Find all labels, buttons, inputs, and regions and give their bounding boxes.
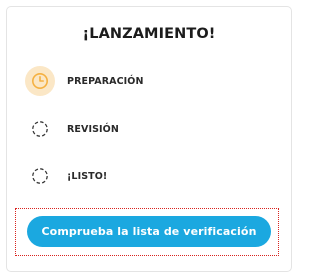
step-preparacion: PREPARACIÓN (25, 66, 144, 96)
dashed-circle-icon (25, 114, 55, 144)
step-revision: REVISIÓN (25, 114, 119, 144)
launch-card: ¡LANZAMIENTO! PREPARACIÓN REVISIÓN ¡LIST (6, 6, 292, 272)
step-label-revision: REVISIÓN (67, 123, 119, 135)
dashed-circle-icon (25, 161, 55, 191)
step-label-preparacion: PREPARACIÓN (67, 75, 144, 87)
card-title: ¡LANZAMIENTO! (82, 26, 216, 42)
step-label-listo: ¡LISTO! (67, 170, 108, 182)
step-listo: ¡LISTO! (25, 161, 107, 191)
check-checklist-button[interactable]: Comprueba la lista de verificación (27, 216, 271, 247)
clock-icon (25, 66, 55, 96)
